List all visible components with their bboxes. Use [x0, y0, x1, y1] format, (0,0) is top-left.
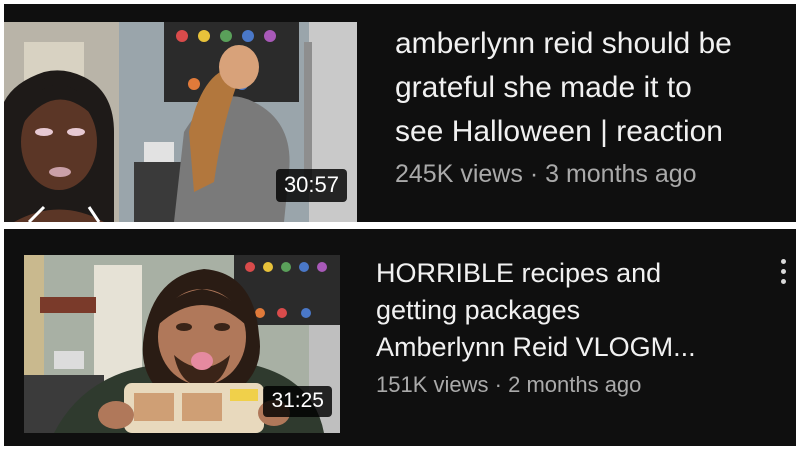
- video-meta: 245K views · 3 months ago: [395, 160, 796, 189]
- kebab-dot: [780, 269, 786, 274]
- video-duration: 30:57: [275, 169, 347, 202]
- kebab-dot: [780, 259, 786, 264]
- meta-separator: ·: [529, 160, 539, 188]
- video-title-line-2[interactable]: grateful she made it to: [395, 66, 796, 110]
- view-count: 245K views: [395, 160, 523, 188]
- video-info[interactable]: amberlynn reid should be grateful she ma…: [395, 22, 796, 189]
- view-count: 151K views: [376, 372, 489, 397]
- meta-separator: ·: [494, 372, 502, 397]
- video-info[interactable]: HORRIBLE recipes and getting packages Am…: [376, 255, 756, 398]
- video-duration: 31:25: [263, 386, 332, 417]
- kebab-dot: [780, 279, 786, 284]
- video-title-line-1[interactable]: HORRIBLE recipes and: [376, 255, 756, 292]
- video-card-1[interactable]: 30:57 amberlynn reid should be grateful …: [4, 4, 796, 222]
- video-title-line-2[interactable]: getting packages: [376, 292, 756, 329]
- video-card-2[interactable]: 31:25 HORRIBLE recipes and getting packa…: [4, 229, 796, 446]
- video-title-line-3[interactable]: Amberlynn Reid VLOGM...: [376, 329, 756, 366]
- upload-age: 3 months ago: [545, 160, 697, 188]
- more-vertical-icon[interactable]: [778, 259, 788, 284]
- video-thumbnail[interactable]: 31:25: [24, 255, 340, 433]
- video-meta: 151K views · 2 months ago: [376, 372, 756, 398]
- video-title-line-3[interactable]: see Halloween | reaction: [395, 110, 796, 154]
- video-thumbnail[interactable]: 30:57: [4, 22, 357, 222]
- upload-age: 2 months ago: [508, 372, 642, 397]
- video-title-line-1[interactable]: amberlynn reid should be: [395, 22, 796, 66]
